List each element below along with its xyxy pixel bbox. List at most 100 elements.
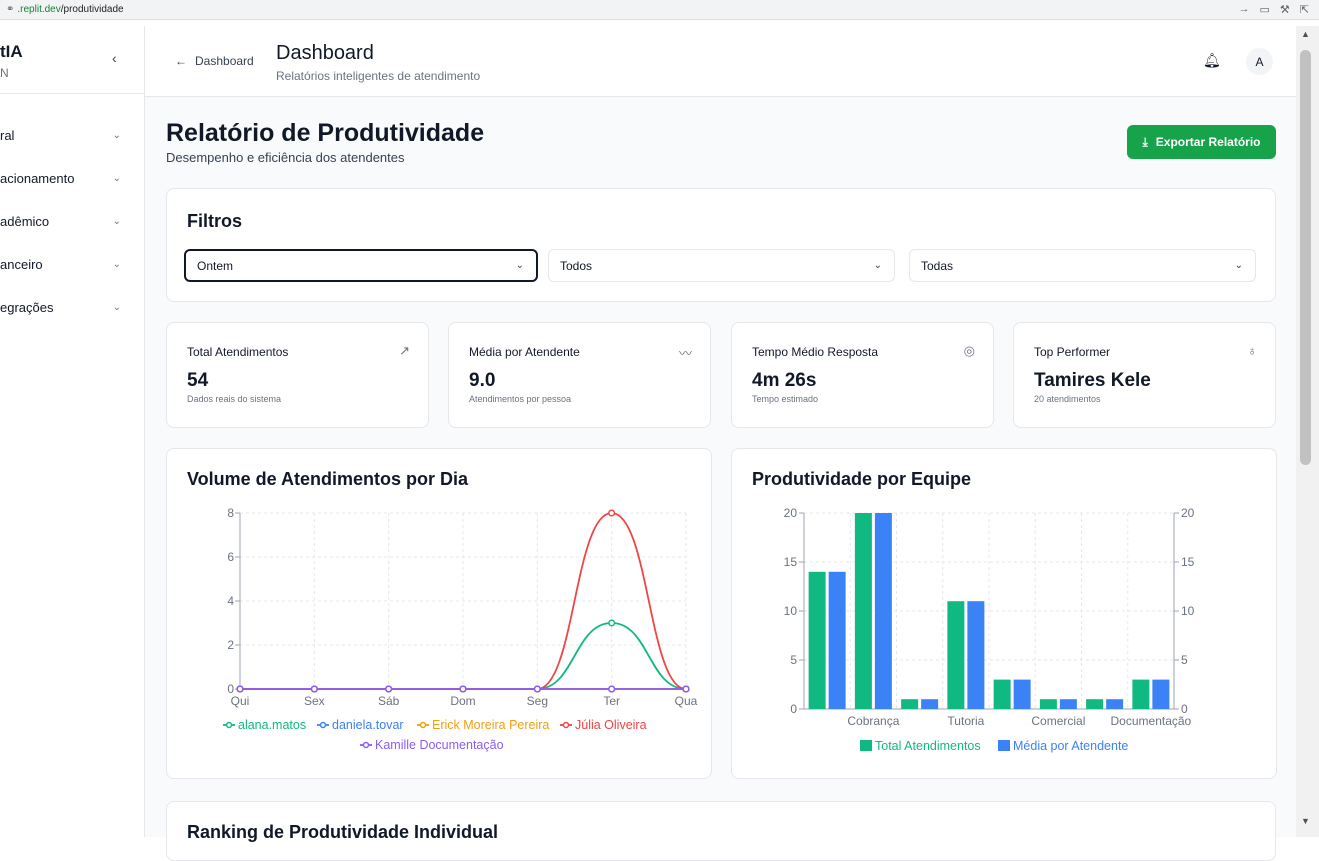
x-tick-label: Ter	[603, 694, 620, 708]
y-right-tick-label: 20	[1181, 506, 1195, 520]
wrench-icon[interactable]: ⚒	[1280, 3, 1290, 16]
url-path: /produtividade	[60, 4, 124, 15]
select-value: Ontem	[197, 258, 234, 273]
bar	[1039, 699, 1057, 709]
select-value: Todos	[560, 258, 593, 273]
arrow-left-icon: ←	[175, 54, 187, 68]
x-tick-label: Seg	[527, 694, 548, 708]
x-tick-label: Sáb	[378, 694, 400, 708]
monitor-icon[interactable]: ▭	[1260, 3, 1270, 16]
bar	[1132, 679, 1150, 709]
kpi-sub: 20 atendimentos	[1034, 394, 1101, 404]
activity-icon: 〰	[678, 346, 692, 361]
data-point	[236, 685, 244, 693]
scroll-up-icon[interactable]: ▲	[1301, 29, 1310, 39]
sidebar: tIA N ‹ ral ⌄ acionamento ⌄ adêmico ⌄ ancei…	[0, 26, 145, 837]
back-to-dashboard-link[interactable]: ← Dashboard	[175, 54, 254, 68]
export-label: Exportar Relatório	[1155, 135, 1261, 149]
data-point	[608, 685, 616, 693]
y-right-tick-label: 10	[1181, 604, 1195, 618]
sidebar-item-relacionamento[interactable]: acionamento ⌄	[0, 157, 145, 200]
arrow-right-icon[interactable]: →	[1239, 3, 1250, 16]
sidebar-item-label: egrações	[0, 300, 54, 315]
y-tick-label: 0	[790, 702, 797, 716]
kpi-label: Total Atendimentos	[187, 345, 289, 359]
chevron-down-icon: ⌄	[873, 260, 882, 271]
sidebar-item-label: acionamento	[0, 171, 75, 186]
legend-label: Média por Atendente	[1013, 739, 1128, 753]
x-tick-label: Cobrança	[847, 714, 899, 728]
bar	[947, 601, 965, 709]
y-tick-label: 5	[790, 653, 797, 667]
bar	[901, 699, 919, 709]
attendant-select[interactable]: Todos ⌄	[548, 249, 895, 282]
bar	[1013, 679, 1031, 709]
link-icon: ⚭	[6, 4, 15, 15]
scrollbar[interactable]: ▲ ▼	[1296, 26, 1319, 837]
collapse-sidebar-icon[interactable]: ‹	[112, 50, 117, 66]
url-text[interactable]: .replit.dev/produtividade	[17, 4, 123, 15]
kpi-label: Top Performer	[1034, 345, 1111, 359]
scroll-down-icon[interactable]: ▼	[1301, 816, 1310, 826]
trending-up-icon: ↗	[399, 343, 410, 358]
brand-subtitle: N	[0, 66, 9, 80]
sidebar-item-integracoes[interactable]: egrações ⌄	[0, 286, 145, 329]
legend-marker	[225, 721, 233, 729]
legend-marker	[562, 721, 570, 729]
y-tick-label: 4	[227, 594, 234, 608]
sidebar-item-label: anceiro	[0, 257, 43, 272]
series-line	[240, 622, 687, 690]
sidebar-divider	[0, 93, 145, 94]
kpi-sub: Dados reais do sistema	[187, 394, 282, 404]
ranking-card: Ranking de Produtividade Individual	[166, 801, 1276, 861]
kpi-card-total: Total Atendimentos ↗ 54 Dados reais do s…	[166, 322, 429, 428]
x-tick-label: Documentação	[1111, 714, 1192, 728]
data-point	[459, 685, 467, 693]
browser-url-bar[interactable]: ⚭ .replit.dev/produtividade → ▭ ⚒ ⇱	[0, 0, 1319, 20]
sidebar-item-financeiro[interactable]: anceiro ⌄	[0, 243, 145, 286]
page-header-title: Dashboard	[276, 42, 374, 64]
bar	[1106, 699, 1124, 709]
y-right-tick-label: 5	[1181, 653, 1188, 667]
period-select[interactable]: Ontem ⌄	[184, 249, 538, 282]
legend-label: daniela.tovar	[332, 718, 404, 732]
sidebar-item-geral[interactable]: ral ⌄	[0, 114, 145, 157]
legend-marker	[362, 741, 370, 749]
target-icon: ◎	[963, 343, 975, 358]
data-point	[385, 685, 393, 693]
main-content: ← Dashboard Dashboard Relatórios intelige…	[145, 26, 1296, 861]
x-tick-label: Tutoria	[947, 714, 984, 728]
filters-card: Filtros Ontem ⌄ Todos ⌄ Todas ⌄	[166, 188, 1276, 302]
chevron-down-icon: ⌄	[112, 259, 121, 270]
avatar[interactable]: A	[1246, 48, 1273, 75]
team-select[interactable]: Todas ⌄	[909, 249, 1256, 282]
x-tick-label: Sex	[304, 694, 325, 708]
sidebar-item-label: adêmico	[0, 214, 50, 229]
external-link-icon[interactable]: ⇱	[1300, 3, 1309, 16]
bell-icon[interactable]: 🔔︎	[1203, 52, 1221, 69]
kpi-sub: Atendimentos por pessoa	[469, 394, 572, 404]
bar-chart: 0 05 510 1015 1520 20Cobrança Tutoria Comercial…	[784, 506, 1195, 753]
bar	[828, 571, 846, 709]
chevron-down-icon: ⌄	[112, 173, 121, 184]
select-value: Todas	[921, 258, 954, 273]
legend-label: Kamille Documentação	[375, 738, 504, 752]
export-report-button[interactable]: ⤓ Exportar Relatório	[1127, 125, 1276, 159]
url-domain: .replit.dev	[17, 4, 61, 15]
x-tick-label: Qua	[675, 694, 698, 708]
download-icon: ⤓	[1142, 134, 1148, 149]
kpi-value: Tamires Kele	[1034, 370, 1151, 391]
data-point	[608, 509, 616, 517]
y-tick-label: 6	[227, 550, 234, 564]
bar	[874, 513, 892, 709]
chevron-down-icon: ⌄	[112, 130, 121, 141]
kpi-label: Tempo Médio Resposta	[752, 345, 879, 359]
line-chart: 02468Qui Sex Sáb Dom Seg Ter Quaalana.matos dan…	[223, 506, 698, 752]
y-tick-label: 20	[784, 506, 798, 520]
filters-title: Filtros	[187, 211, 243, 231]
chevron-down-icon: ⌄	[112, 216, 121, 227]
scrollbar-thumb[interactable]	[1300, 50, 1311, 465]
legend-marker	[419, 721, 427, 729]
sidebar-item-academico[interactable]: adêmico ⌄	[0, 200, 145, 243]
bar	[1059, 699, 1077, 709]
